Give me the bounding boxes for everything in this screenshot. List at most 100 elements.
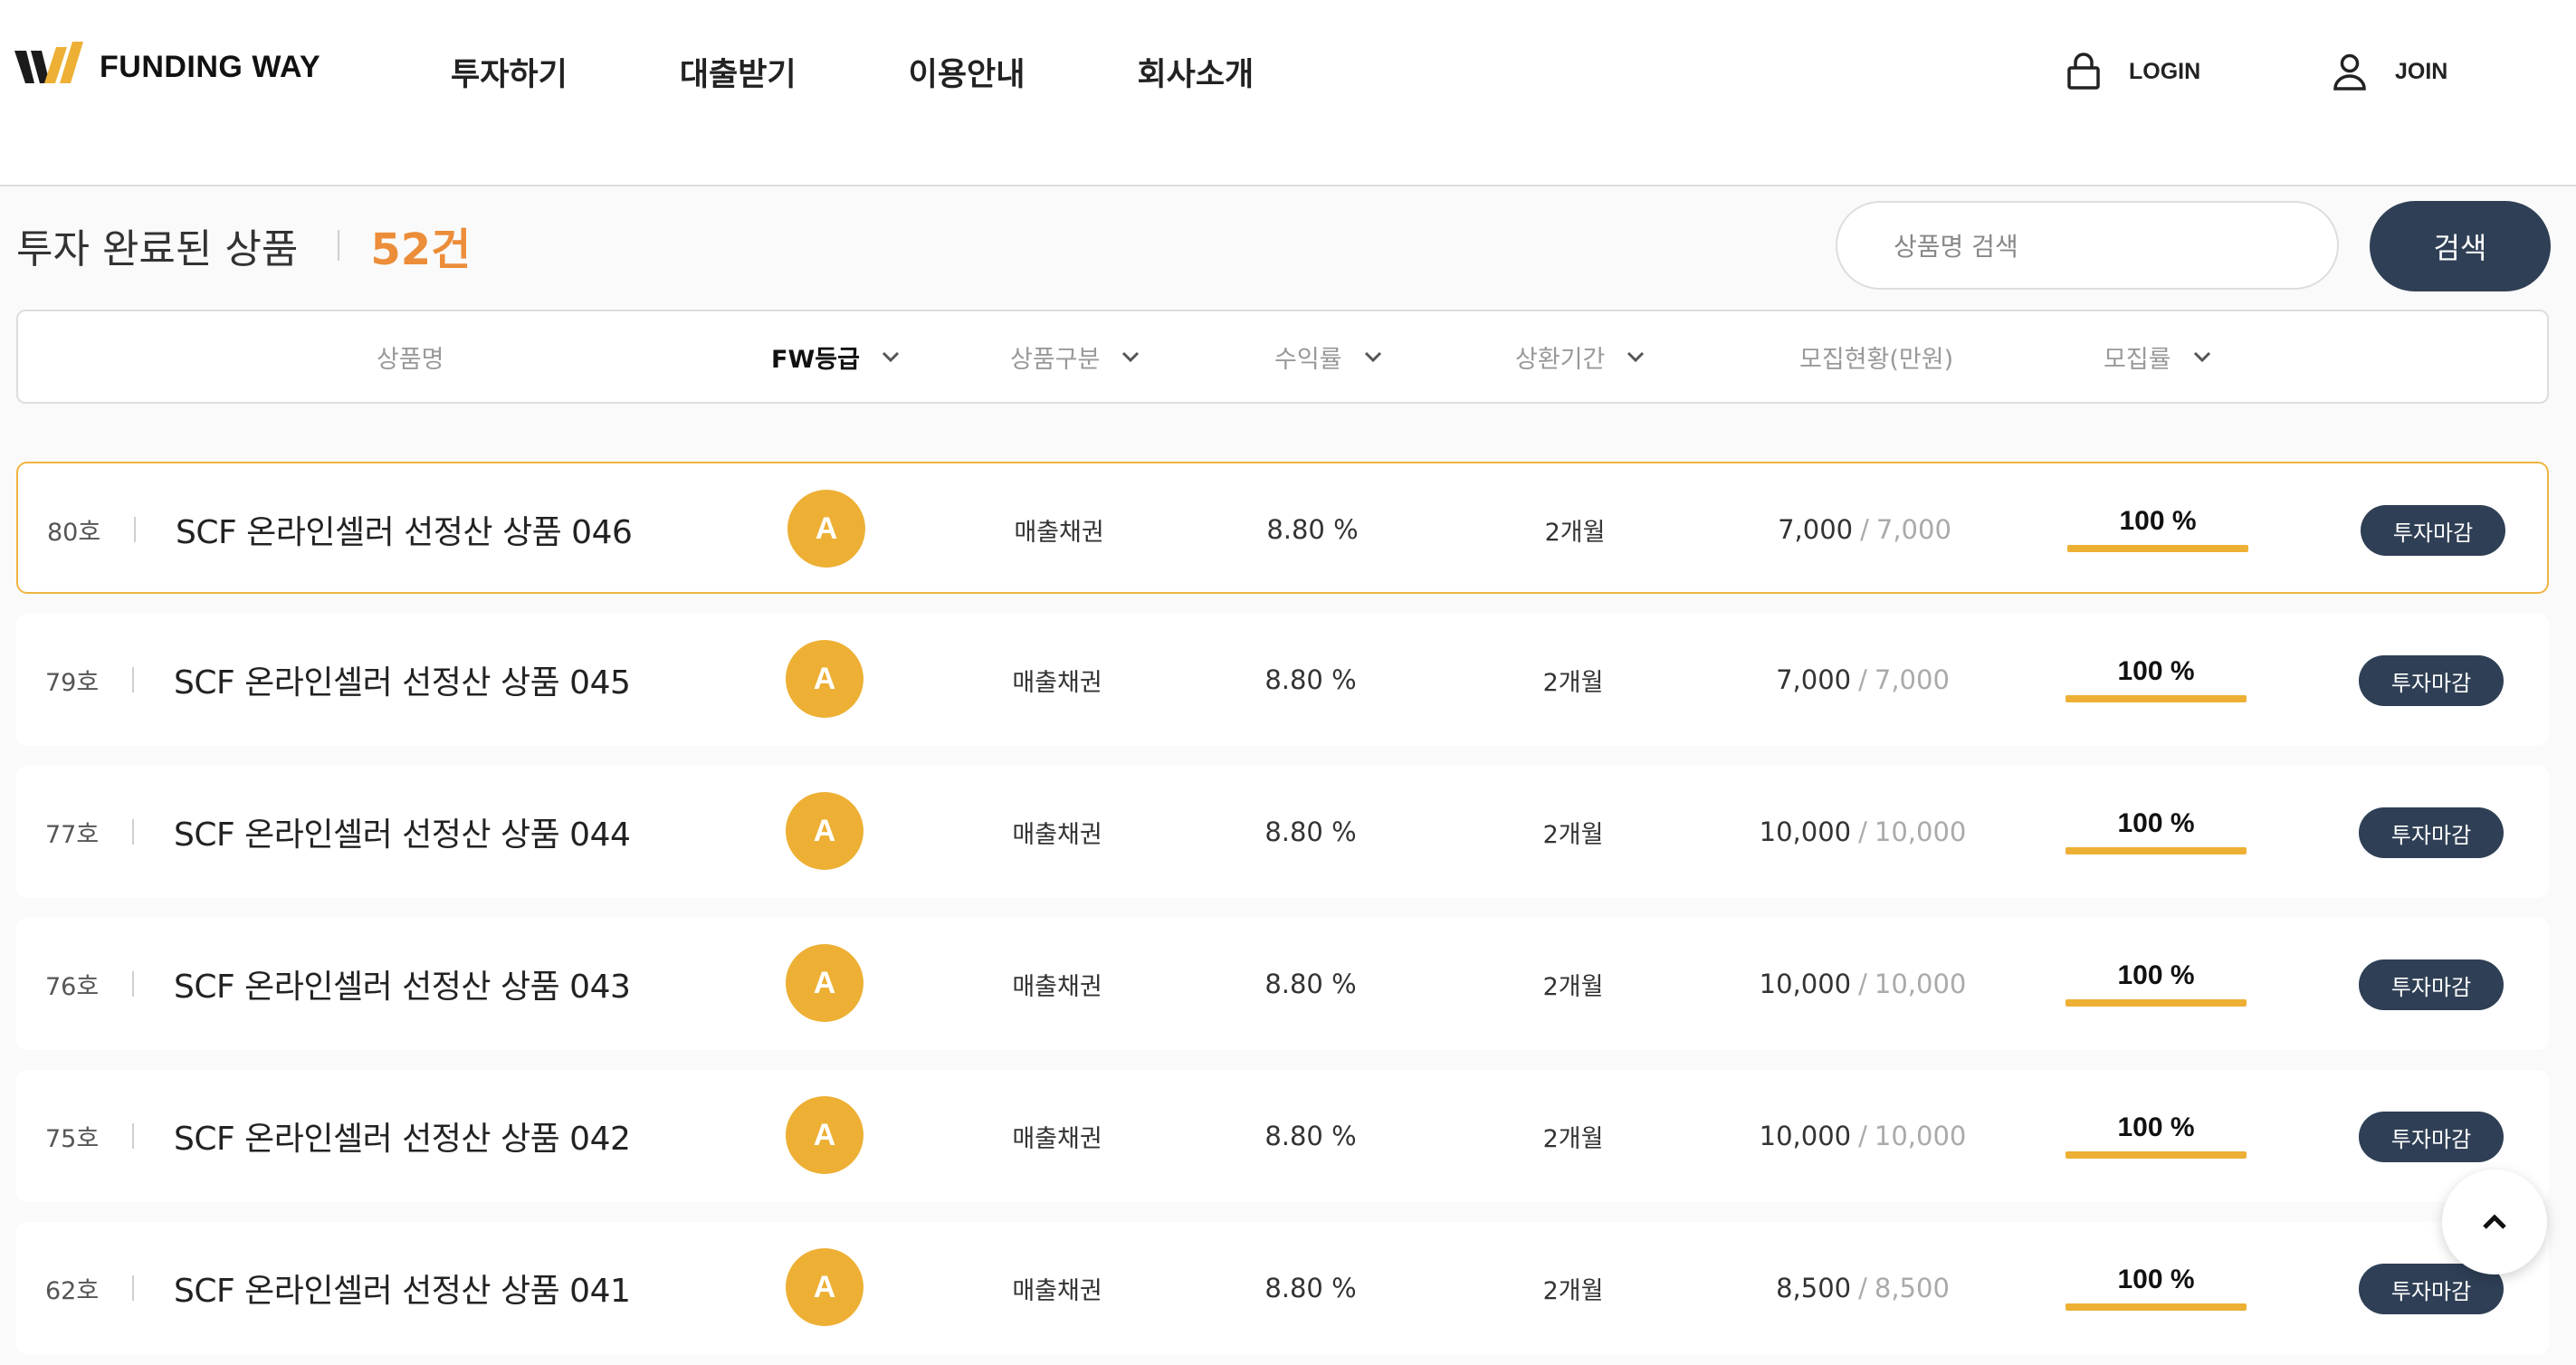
nav-invest[interactable]: 투자하기	[451, 49, 568, 95]
status-button[interactable]: 투자마감	[2361, 505, 2505, 556]
progress-bar	[2067, 545, 2248, 552]
product-name[interactable]: SCF 온라인셀러 선정산 상품 042	[174, 1070, 631, 1202]
product-name[interactable]: SCF 온라인셀러 선정산 상품 045	[174, 614, 631, 746]
col-progress[interactable]: 모집률	[2104, 311, 2211, 402]
table-row[interactable]: 62호 SCF 온라인셀러 선정산 상품 041 A 매출채권 8.80 % 2…	[16, 1222, 2549, 1354]
grade-badge: A	[787, 490, 865, 568]
product-name[interactable]: SCF 온라인셀러 선정산 상품 046	[176, 463, 633, 596]
product-number: 80호	[47, 518, 101, 547]
status-button[interactable]: 투자마감	[2359, 959, 2504, 1010]
funding-progress: 100 %	[2066, 1262, 2247, 1311]
grade-badge: A	[786, 1096, 863, 1174]
return-rate: 8.80 %	[1264, 1273, 1357, 1303]
table-row[interactable]: 80호 SCF 온라인셀러 선정산 상품 046 A 매출채권 8.80 % 2…	[16, 462, 2549, 594]
progress-bar	[2066, 999, 2247, 1007]
row-divider	[132, 1275, 134, 1301]
progress-fill	[2067, 545, 2248, 552]
funding-amount: 10,000/10,000	[1759, 969, 1967, 999]
table-row[interactable]: 76호 SCF 온라인셀러 선정산 상품 043 A 매출채권 8.80 % 2…	[16, 918, 2549, 1050]
brand-name: FUNDING WAY	[100, 49, 321, 84]
product-type: 매출채권	[1012, 820, 1102, 849]
col-rate[interactable]: 수익률	[1274, 311, 1382, 402]
row-divider	[132, 819, 134, 845]
scroll-to-top-button[interactable]	[2442, 1169, 2547, 1274]
col-type[interactable]: 상품구분	[1010, 311, 1140, 402]
nav-about[interactable]: 회사소개	[1137, 49, 1254, 95]
product-type: 매출채권	[1012, 972, 1102, 1001]
col-name: 상품명	[377, 345, 444, 374]
return-rate: 8.80 %	[1264, 1121, 1357, 1151]
grade-badge: A	[786, 944, 863, 1022]
nav-guide[interactable]: 이용안내	[909, 49, 1026, 95]
product-number: 79호	[45, 668, 100, 697]
login-label: LOGIN	[2129, 58, 2201, 84]
search-button[interactable]: 검색	[2370, 201, 2551, 291]
funding-progress: 100 %	[2066, 1110, 2247, 1159]
title-divider	[338, 230, 340, 261]
funding-amount: 10,000/10,000	[1759, 1121, 1967, 1151]
table-header: 상품명 FW등급 상품구분 수익률 상환기간 모집현황(만원) 모집률	[16, 310, 2549, 404]
brand-logo[interactable]: FUNDING WAY	[14, 42, 320, 92]
nav-loan[interactable]: 대출받기	[680, 49, 797, 95]
site-header: FUNDING WAY 투자하기 대출받기 이용안내 회사소개 LOGIN JO…	[0, 0, 2576, 186]
product-number: 77호	[45, 820, 100, 849]
product-name[interactable]: SCF 온라인셀러 선정산 상품 044	[174, 766, 631, 898]
funding-amount: 8,500/8,500	[1776, 1273, 1950, 1303]
product-name[interactable]: SCF 온라인셀러 선정산 상품 043	[174, 918, 631, 1050]
search-box	[1836, 201, 2339, 290]
repayment-term: 2개월	[1542, 820, 1604, 849]
progress-bar	[2066, 847, 2247, 854]
funding-amount: 7,000/7,000	[1776, 664, 1950, 695]
progress-fill	[2066, 847, 2247, 854]
status-button[interactable]: 투자마감	[2359, 655, 2504, 706]
funding-progress: 100 %	[2067, 503, 2248, 552]
funding-amount: 10,000/10,000	[1759, 816, 1967, 847]
col-term[interactable]: 상환기간	[1515, 311, 1645, 402]
progress-percent: 100 %	[2117, 960, 2195, 990]
progress-fill	[2066, 1303, 2247, 1311]
status-button[interactable]: 투자마감	[2359, 1112, 2504, 1162]
progress-bar	[2066, 1303, 2247, 1311]
search-input[interactable]	[1892, 203, 2330, 290]
page-title: 투자 완료된 상품	[16, 226, 299, 272]
lock-icon	[2067, 52, 2100, 90]
login-link[interactable]: LOGIN	[2066, 52, 2200, 91]
chevron-down-icon	[1364, 351, 1381, 362]
progress-bar	[2066, 695, 2247, 702]
product-type: 매출채권	[1014, 518, 1104, 547]
status-button[interactable]: 투자마감	[2359, 807, 2504, 858]
chevron-up-icon	[2483, 1214, 2506, 1229]
progress-percent: 100 %	[2117, 808, 2195, 838]
table-row[interactable]: 77호 SCF 온라인셀러 선정산 상품 044 A 매출채권 8.80 % 2…	[16, 766, 2549, 898]
repayment-term: 2개월	[1542, 972, 1604, 1001]
return-rate: 8.80 %	[1264, 816, 1357, 847]
product-number: 62호	[45, 1276, 100, 1305]
return-rate: 8.80 %	[1264, 664, 1357, 695]
return-rate: 8.80 %	[1264, 969, 1357, 999]
chevron-down-icon	[1122, 351, 1140, 362]
logo-w-icon	[14, 42, 83, 83]
progress-percent: 100 %	[2119, 506, 2197, 536]
product-name[interactable]: SCF 온라인셀러 선정산 상품 041	[174, 1222, 631, 1354]
col-grade[interactable]: FW등급	[771, 311, 900, 402]
user-icon	[2333, 53, 2366, 91]
row-divider	[134, 517, 136, 542]
chevron-down-icon	[882, 351, 899, 362]
product-number: 75호	[45, 1124, 100, 1153]
product-type: 매출채권	[1012, 1124, 1102, 1153]
progress-fill	[2066, 1151, 2247, 1159]
repayment-term: 2개월	[1542, 1276, 1604, 1305]
repayment-term: 2개월	[1544, 518, 1606, 547]
listing-count: 52건	[370, 224, 472, 275]
product-number: 76호	[45, 972, 100, 1001]
row-divider	[132, 971, 134, 997]
chevron-down-icon	[1627, 351, 1645, 362]
progress-fill	[2066, 999, 2247, 1007]
funding-progress: 100 %	[2066, 958, 2247, 1007]
progress-fill	[2066, 695, 2247, 702]
funding-amount: 7,000/7,000	[1778, 514, 1951, 545]
join-link[interactable]: JOIN	[2332, 52, 2447, 91]
table-row[interactable]: 75호 SCF 온라인셀러 선정산 상품 042 A 매출채권 8.80 % 2…	[16, 1070, 2549, 1202]
grade-badge: A	[786, 640, 863, 718]
table-row[interactable]: 79호 SCF 온라인셀러 선정산 상품 045 A 매출채권 8.80 % 2…	[16, 614, 2549, 746]
